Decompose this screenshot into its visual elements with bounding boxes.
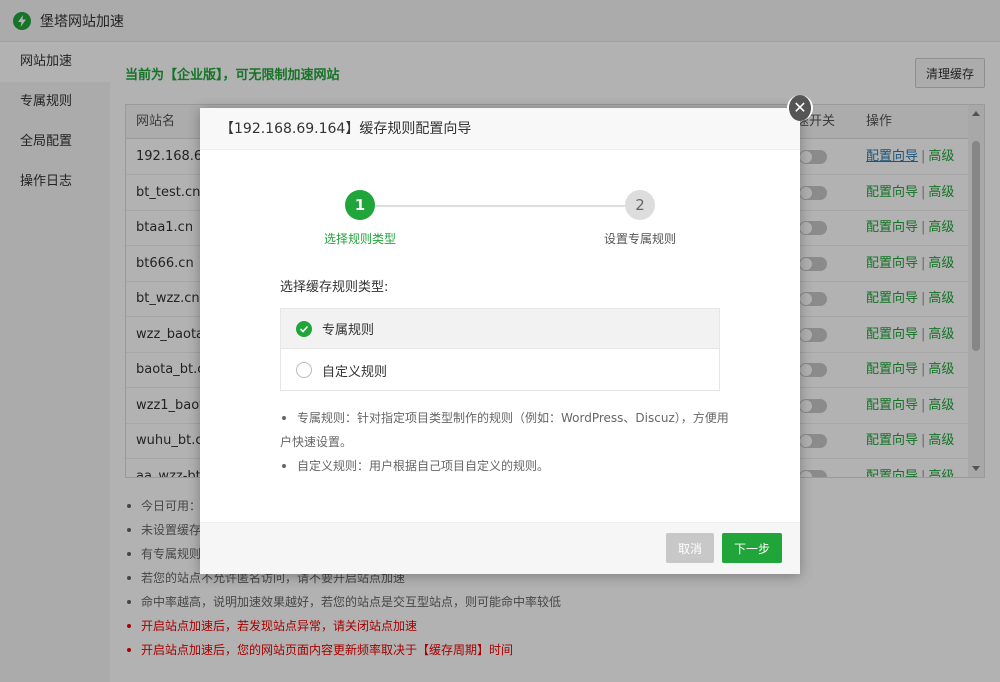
desc-item: 专属规则：针对指定项目类型制作的规则（例如：WordPress、Discuz），… [280,406,730,454]
dialog-title: 【192.168.69.164】缓存规则配置向导 [200,108,800,150]
option-custom-rule[interactable]: 自定义规则 [281,350,719,390]
rule-description: 专属规则：针对指定项目类型制作的规则（例如：WordPress、Discuz），… [280,406,730,478]
step-1-label: 选择规则类型 [323,232,396,246]
cancel-button[interactable]: 取消 [666,533,714,563]
step-1-circle: 1 [345,190,375,220]
rule-type-options: 专属规则 自定义规则 [280,308,720,391]
step-2-label: 设置专属规则 [603,232,676,246]
cache-rule-wizard-dialog: 【192.168.69.164】缓存规则配置向导 ✕ 1 2 选择规则类型 设置… [200,95,813,574]
option-label: 专属规则 [322,323,375,338]
close-icon[interactable]: ✕ [787,95,813,121]
step-2-circle: 2 [625,190,655,220]
wizard-steps: 1 2 选择规则类型 设置专属规则 [200,190,800,250]
radio-empty-icon [296,362,312,378]
next-step-button[interactable]: 下一步 [722,533,782,563]
rule-type-label: 选择缓存规则类型: [280,280,389,295]
check-circle-icon [296,320,312,337]
step-connector [375,205,625,207]
dialog-footer: 取消 下一步 [200,522,800,574]
option-label: 自定义规则 [322,364,388,380]
option-exclusive-rule[interactable]: 专属规则 [281,309,719,349]
desc-item: 自定义规则：用户根据自己项目自定义的规则。 [280,454,730,478]
